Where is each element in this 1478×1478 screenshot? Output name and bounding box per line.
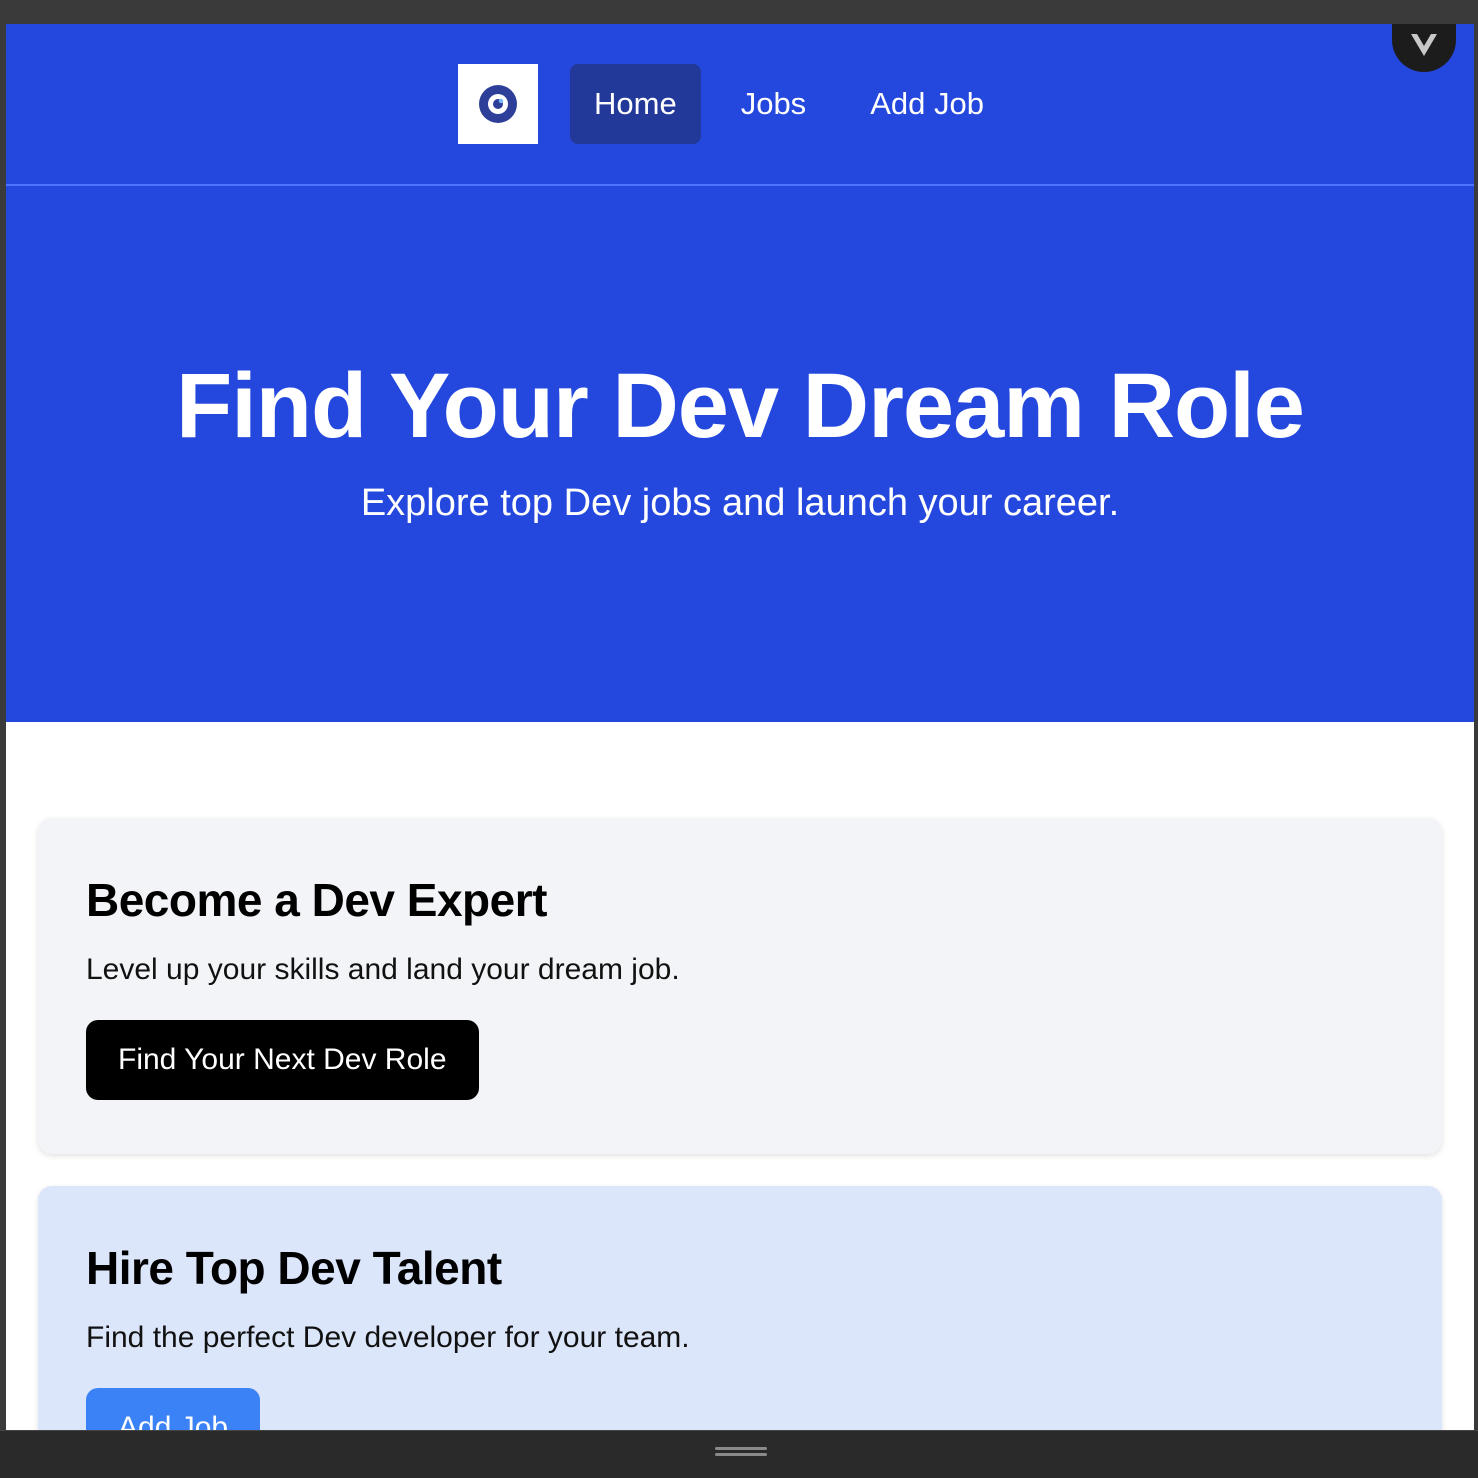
hero-title: Find Your Dev Dream Role [176, 355, 1305, 457]
card-employers-title: Hire Top Dev Talent [86, 1242, 502, 1294]
hero-subtitle: Explore top Dev jobs and launch your car… [360, 482, 1120, 524]
logo-link[interactable] [458, 64, 538, 144]
card-developers-title: Become a Dev Expert [86, 874, 547, 926]
card-developers-text: Level up your skills and land your dream… [86, 953, 680, 986]
add-job-button[interactable]: Add Job [86, 1388, 261, 1430]
card-developers: Become a Dev Expert Level up your skills… [38, 818, 1442, 1154]
hero-section: Find Your Dev Dream Role Explore top Dev… [6, 186, 1474, 722]
target-logo-icon [479, 85, 517, 123]
devtools-resize-bar[interactable] [0, 1430, 1478, 1478]
browser-viewport: Home Jobs Add Job Find Your Dev Dream Ro… [6, 24, 1474, 1430]
vue-logo-icon [1411, 34, 1437, 56]
navbar: Home Jobs Add Job [6, 24, 1474, 186]
card-employers-text: Find the perfect Dev developer for your … [86, 1321, 690, 1354]
window-right-edge [1474, 24, 1478, 1430]
nav-link-home[interactable]: Home [570, 64, 701, 144]
card-employers: Hire Top Dev Talent Find the perfect Dev… [38, 1186, 1442, 1430]
nav-link-add-job[interactable]: Add Job [846, 64, 1008, 144]
window-top-bar [0, 0, 1478, 24]
nav-container: Home Jobs Add Job [458, 64, 1024, 144]
vue-devtools-button[interactable] [1392, 24, 1456, 72]
find-dev-role-button[interactable]: Find Your Next Dev Role [86, 1020, 479, 1100]
nav-link-jobs[interactable]: Jobs [717, 64, 830, 144]
resize-handle-icon[interactable] [715, 1447, 767, 1456]
